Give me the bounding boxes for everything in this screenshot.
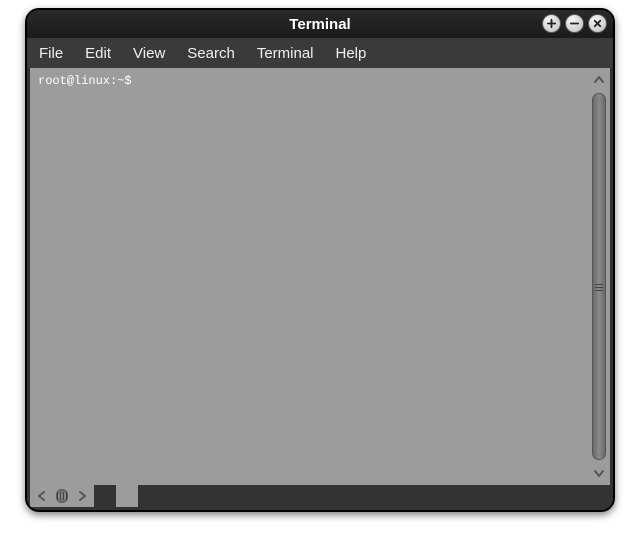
menubar: File Edit View Search Terminal Help bbox=[27, 38, 613, 68]
vertical-scrollbar bbox=[588, 68, 610, 485]
menu-help[interactable]: Help bbox=[336, 45, 367, 62]
chevron-up-icon bbox=[592, 73, 606, 87]
chevron-left-icon bbox=[35, 489, 49, 503]
add-button[interactable] bbox=[542, 14, 561, 33]
menu-view[interactable]: View bbox=[133, 45, 165, 62]
horizontal-scroll-track[interactable] bbox=[56, 489, 68, 503]
window-title: Terminal bbox=[289, 16, 350, 33]
scroll-corner bbox=[116, 485, 138, 507]
vertical-scroll-thumb[interactable] bbox=[593, 269, 605, 305]
horizontal-scrollbar bbox=[30, 485, 94, 507]
close-icon bbox=[592, 18, 603, 29]
chevron-right-icon bbox=[75, 489, 89, 503]
window-controls bbox=[542, 14, 607, 33]
terminal-output[interactable]: root@linux:~$ bbox=[30, 68, 588, 485]
horizontal-scroll-thumb[interactable] bbox=[57, 492, 67, 500]
chevron-down-icon bbox=[592, 466, 606, 480]
titlebar: Terminal bbox=[27, 10, 613, 38]
menu-search[interactable]: Search bbox=[187, 45, 235, 62]
menu-edit[interactable]: Edit bbox=[85, 45, 111, 62]
menu-file[interactable]: File bbox=[39, 45, 63, 62]
scroll-down-button[interactable] bbox=[589, 463, 609, 483]
vertical-scroll-track[interactable] bbox=[592, 93, 606, 460]
scroll-left-button[interactable] bbox=[32, 486, 52, 506]
shell-prompt: root@linux:~$ bbox=[38, 74, 132, 88]
menu-terminal[interactable]: Terminal bbox=[257, 45, 314, 62]
content-area: root@linux:~$ bbox=[27, 68, 613, 510]
scroll-up-button[interactable] bbox=[589, 70, 609, 90]
plus-icon bbox=[546, 18, 557, 29]
minus-icon bbox=[569, 18, 580, 29]
minimize-button[interactable] bbox=[565, 14, 584, 33]
scroll-right-button[interactable] bbox=[72, 486, 92, 506]
terminal-window: Terminal File Edit View Search Terminal … bbox=[25, 8, 615, 512]
close-button[interactable] bbox=[588, 14, 607, 33]
